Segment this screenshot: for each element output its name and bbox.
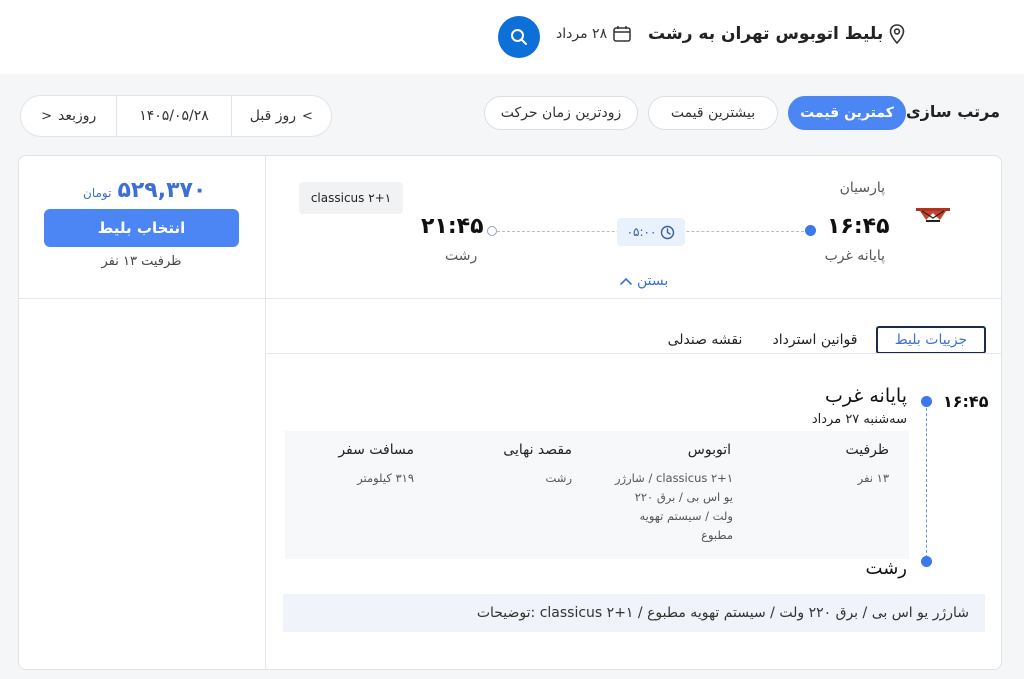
info-value-capacity: ۱۳ نفر — [857, 471, 889, 485]
trip-duration: ۰۵:۰۰ — [617, 218, 685, 246]
search-button[interactable] — [498, 16, 540, 58]
date-navigator: > روزبعد ۱۴۰۵/۰۵/۲۸ روز قبل < — [20, 95, 332, 137]
arrival-place: رشت — [445, 248, 478, 264]
tab-ticket-details[interactable]: جزییات بلیط — [876, 326, 986, 354]
location-pin-icon — [889, 24, 905, 44]
company-logo-icon — [916, 208, 950, 222]
sort-option-lowest-price[interactable]: کمترین قیمت — [788, 96, 906, 130]
header-date[interactable]: ۲۸ مرداد — [556, 26, 631, 42]
timeline-origin-date: سه‌شنبه ۲۷ مرداد — [811, 412, 907, 427]
timeline-departure-time: ۱۶:۴۵ — [943, 392, 989, 411]
capacity-text: ظرفیت ۱۳ نفر — [101, 254, 182, 269]
info-header-destination: مقصد نهایی — [503, 442, 572, 458]
ticket-price: ۵۲۹,۳۷۰ تومان — [83, 178, 206, 203]
tab-underline — [266, 353, 1001, 354]
route-title: بلیط اتوبوس تهران به رشت — [648, 24, 884, 44]
clock-icon — [661, 225, 675, 239]
calendar-icon — [613, 26, 631, 42]
tab-refund-rules[interactable]: قوانین استرداد — [765, 326, 865, 354]
bus-type-badge: classicus ۲+۱ — [299, 182, 403, 214]
timeline-end-dot — [921, 556, 932, 567]
info-value-bus: classicus ۲+۱ / شارژر یو اس بی / برق ۲۲۰… — [615, 471, 733, 542]
info-value-distance: ۳۱۹ کیلومتر — [357, 471, 414, 485]
timeline-start-dot — [921, 396, 932, 407]
chevron-up-icon — [620, 277, 632, 285]
search-icon — [511, 29, 527, 45]
arrival-dot — [487, 226, 497, 236]
header-route: بلیط اتوبوس تهران به رشت — [648, 24, 905, 44]
timeline-origin: پایانه غرب — [825, 385, 907, 407]
chevron-left-icon: < — [302, 108, 313, 124]
company-name: پارسیان — [839, 180, 885, 196]
next-day-label: روزبعد — [58, 108, 97, 124]
sort-option-highest-price[interactable]: بیشترین قیمت — [648, 96, 778, 130]
top-header: ۲۸ مرداد بلیط اتوبوس تهران به رشت — [0, 0, 1024, 74]
timeline-line — [926, 403, 927, 563]
current-date: ۱۴۰۵/۰۵/۲۸ — [139, 108, 209, 124]
price-amount: ۵۲۹,۳۷۰ — [117, 178, 207, 203]
card-divider-vertical — [265, 156, 266, 669]
card-divider-horizontal — [19, 298, 1001, 299]
ticket-card: ۵۲۹,۳۷۰ تومان انتخاب بلیط ظرفیت ۱۳ نفر پ… — [18, 155, 1002, 670]
previous-day-label: روز قبل — [249, 108, 297, 124]
chevron-right-icon: > — [41, 108, 52, 124]
select-ticket-button[interactable]: انتخاب بلیط — [44, 209, 239, 247]
info-value-destination: رشت — [545, 471, 572, 485]
sort-option-earliest-departure[interactable]: زودترین زمان حرکت — [484, 96, 638, 130]
sort-label: مرتب سازی: — [899, 102, 1000, 121]
close-details-label: بستن — [637, 273, 669, 289]
ticket-description: توضیحات: classicus ۲+۱ / شارژر یو اس بی … — [283, 594, 985, 632]
arrival-time: ۲۱:۴۵ — [421, 214, 484, 239]
departure-place: پایانه غرب — [824, 248, 885, 264]
next-day-button[interactable]: > روزبعد — [21, 96, 116, 136]
info-header-bus: اتوبوس — [687, 442, 731, 458]
departure-time: ۱۶:۴۵ — [827, 214, 890, 239]
price-currency: تومان — [83, 186, 112, 200]
info-header-capacity: ظرفیت — [845, 442, 889, 458]
close-details-button[interactable]: بستن — [619, 273, 668, 289]
previous-day-button[interactable]: روز قبل < — [232, 96, 331, 136]
info-header-distance: مسافت سفر — [338, 442, 414, 458]
tab-seat-map[interactable]: نقشه صندلی — [655, 326, 755, 354]
header-date-text: ۲۸ مرداد — [556, 26, 608, 42]
timeline-destination: رشت — [865, 558, 907, 579]
departure-dot — [805, 225, 816, 236]
duration-value: ۰۵:۰۰ — [626, 225, 657, 239]
